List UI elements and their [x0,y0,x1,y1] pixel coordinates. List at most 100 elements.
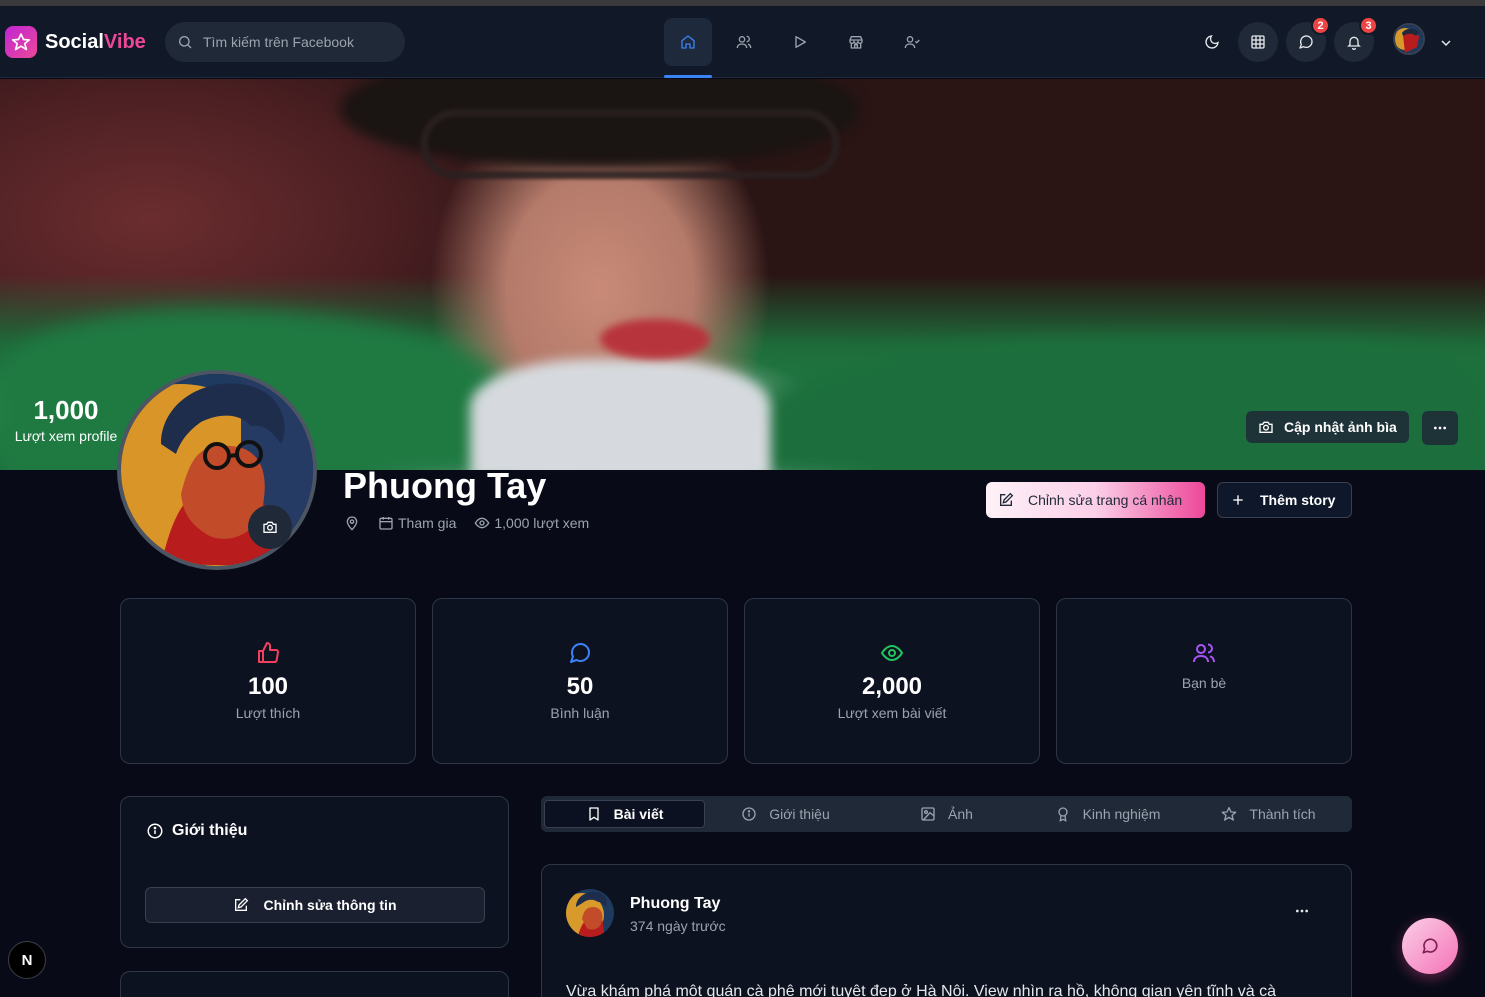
tab-experience[interactable]: Kinh nghiệm [1027,800,1188,828]
search-input[interactable]: Tìm kiếm trên Facebook [165,22,405,62]
intro-card: Giới thiệu Chỉnh sửa thông tin [120,796,509,948]
info-icon [147,823,163,839]
store-icon [849,36,863,49]
post-timestamp[interactable]: 374 ngày trước [630,918,726,934]
info-icon [742,807,756,821]
views-label: 1,000 lượt xem [494,515,590,531]
more-horizontal-icon [1296,909,1308,913]
add-story-button[interactable]: Thêm story [1217,482,1352,518]
stat-card-post-views: 2,000 Lượt xem bài viết [744,598,1040,764]
joined-label: Tham gia [398,515,457,531]
stat-card-likes: 100 Lượt thích [120,598,416,764]
brand-name: SocialVibe [45,30,146,53]
main-nav [664,18,944,78]
stat-value: 2,000 [861,673,923,700]
menu-grid-button[interactable] [1238,22,1278,62]
update-cover-button[interactable]: Cập nhật ảnh bìa [1246,411,1409,443]
joined-meta: Tham gia [378,515,456,531]
account-dropdown[interactable] [1438,35,1454,56]
change-avatar-button[interactable] [248,505,292,549]
star-icon [5,26,37,58]
tab-photos[interactable]: Ảnh [866,800,1027,828]
profile-views-label: Lượt xem profile [14,428,118,444]
bell-icon [1347,36,1361,50]
edit-icon [235,897,249,911]
camera-icon [1259,421,1273,433]
nav-store[interactable] [832,18,880,66]
edit-profile-label: Chỉnh sửa trang cá nhân [1028,492,1183,508]
stat-card-comments: 50 Bình luận [432,598,728,764]
dev-tools-badge[interactable]: N [8,941,46,979]
update-cover-label: Cập nhật ảnh bìa [1284,419,1397,435]
groups-icon [904,36,920,49]
plus-icon [1233,495,1243,505]
header-avatar[interactable] [1393,23,1425,55]
award-icon [1057,807,1068,822]
messages-button[interactable]: 2 [1286,16,1330,62]
profile-meta: Tham gia 1,000 lượt xem [344,515,607,531]
message-icon [1299,35,1313,49]
post-author-avatar[interactable] [566,889,614,937]
moon-icon [1205,35,1219,49]
video-icon [795,36,806,48]
location-meta [344,515,360,531]
tab-achievements[interactable]: Thành tích [1188,800,1349,828]
thumbs-up-icon [258,642,279,663]
eye-icon [880,644,904,662]
map-pin-icon [346,516,358,531]
views-meta: 1,000 lượt xem [474,515,589,531]
edit-icon [1000,492,1014,506]
post-card: Phuong Tay 374 ngày trước Vừa khám phá m… [541,864,1352,997]
chat-icon [1422,938,1438,954]
chat-fab-button[interactable] [1402,918,1458,974]
tab-about[interactable]: Giới thiệu [705,800,866,828]
search-placeholder: Tìm kiếm trên Facebook [203,34,354,50]
edit-profile-button[interactable]: Chỉnh sửa trang cá nhân [986,482,1205,518]
stat-value: 50 [566,673,594,700]
camera-icon [263,521,277,533]
nav-friends[interactable] [720,18,768,66]
tab-posts[interactable]: Bài viết [544,800,705,828]
edit-info-label: Chỉnh sửa thông tin [263,897,397,913]
edit-info-button[interactable]: Chỉnh sửa thông tin [145,887,485,923]
home-icon [681,35,695,49]
stat-label: Lượt xem bài viết [837,705,947,721]
profile-views-value: 1,000 [33,395,99,425]
image-icon [921,807,935,821]
notifications-button[interactable]: 3 [1334,16,1378,62]
stat-value: 100 [247,673,289,700]
dark-mode-toggle[interactable] [1192,22,1232,62]
comment-icon [570,643,590,663]
bookmark-icon [588,807,599,821]
stat-label: Bạn bè [1181,675,1227,691]
search-icon [179,36,192,49]
cover-more-button[interactable] [1422,411,1458,445]
friends-icon [736,35,752,49]
profile-name: Phuong Tay [343,465,547,506]
notifications-badge: 3 [1359,16,1378,35]
stat-label: Lượt thích [235,705,301,721]
stat-label: Bình luận [550,705,610,721]
profile-views-counter: 1,000 Lượt xem profile [10,395,122,444]
nav-home[interactable] [664,18,712,78]
stat-card-friends: Bạn bè [1056,598,1352,764]
calendar-icon [379,517,393,530]
star-icon [1222,807,1237,821]
sidebar-card [120,971,509,997]
post-content: Vừa khám phá một quán cà phê mới tuyệt đ… [566,983,1277,997]
more-horizontal-icon [1434,426,1446,430]
top-navbar: SocialVibe Tìm kiếm trên Facebook 2 3 [0,6,1485,78]
eye-icon [474,517,490,529]
messages-badge: 2 [1311,16,1330,35]
brand-logo[interactable]: SocialVibe [5,26,146,58]
post-more-button[interactable] [1294,903,1310,924]
post-author-name[interactable]: Phuong Tay [630,895,720,913]
nav-groups[interactable] [888,18,936,66]
nav-video[interactable] [776,18,824,66]
grid-icon [1251,35,1265,49]
chevron-down-icon [1441,40,1451,47]
users-icon [1193,643,1215,663]
intro-title: Giới thiệu [146,822,247,840]
add-story-label: Thêm story [1260,492,1336,508]
profile-tabs: Bài viết Giới thiệu Ảnh Kinh nghiệm Thàn… [541,796,1352,832]
